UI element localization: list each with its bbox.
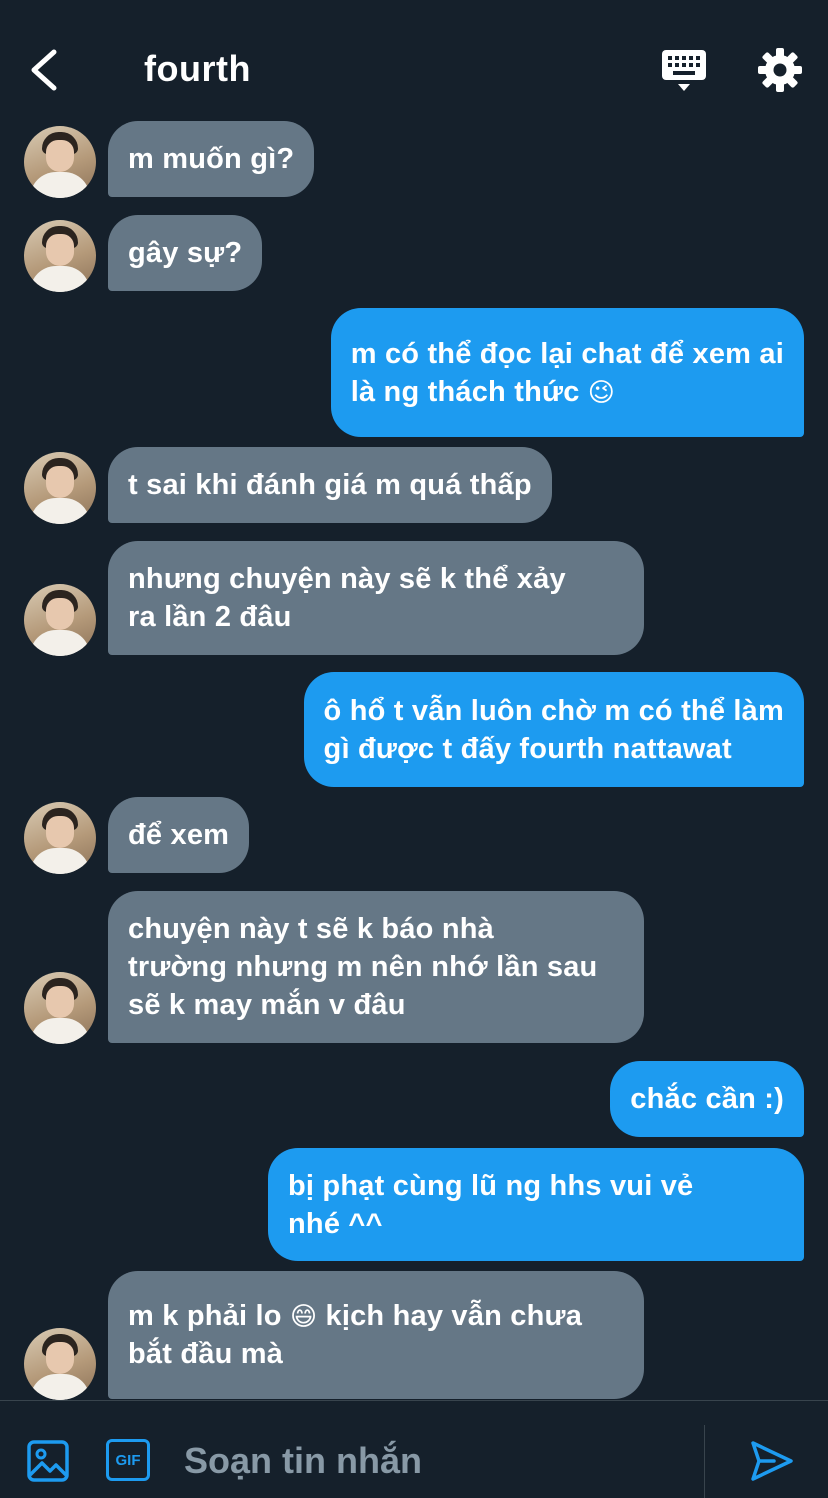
settings-button[interactable] [756,46,804,94]
send-icon [751,1441,793,1481]
message-bubble-outgoing[interactable]: m có thể đọc lại chat để xem ai là ng th… [330,308,804,437]
divider [704,1425,705,1498]
grin-emoji: 😄 [289,1301,318,1331]
conversation-title[interactable]: fourth [144,48,251,90]
message-text: chuyện này t sẽ k báo nhà trường nhưng m… [128,913,598,1021]
gif-button[interactable]: GIF [106,1439,150,1481]
message-bubble-outgoing[interactable]: ô hổ t vẫn luôn chờ m có thể làm gì được… [303,672,804,787]
message-bubble-incoming[interactable]: chuyện này t sẽ k báo nhà trường nhưng m… [108,891,644,1043]
message-text: t sai khi đánh giá m quá thấp [128,469,532,501]
message-text: m có thể đọc lại chat để xem ai là ng th… [351,335,784,411]
avatar[interactable] [24,802,96,874]
keyboard-button[interactable] [660,48,708,94]
message-text: m k phải lo 😄 kịch hay vẫn chưa bắt đầu … [128,1297,582,1373]
message-bubble-incoming[interactable]: nhưng chuyện này sẽ k thể xảy ra lần 2 đ… [108,541,644,655]
message-input[interactable] [184,1435,684,1487]
message-bubble-incoming[interactable]: t sai khi đánh giá m quá thấp [108,447,552,523]
composer-bar: GIF [0,1400,828,1498]
message-text: chắc cần :) [630,1083,784,1115]
message-text: ô hổ t vẫn luôn chờ m có thể làm gì được… [323,694,784,765]
keyboard-icon [662,50,706,91]
message-text: để xem [128,819,230,851]
message-bubble-incoming[interactable]: gây sự? [108,215,263,291]
message-text: gây sự? [128,237,243,269]
avatar[interactable] [24,972,96,1044]
message-text: nhưng chuyện này sẽ k thể xảy ra lần 2 đ… [128,563,566,633]
gear-icon [758,48,802,92]
image-icon [27,1440,69,1482]
add-image-button[interactable] [26,1439,70,1483]
gif-label: GIF [115,1451,141,1469]
send-button[interactable] [748,1437,796,1485]
message-bubble-outgoing[interactable]: bị phạt cùng lũ ng hhs vui vẻ nhé ^^ [268,1148,804,1261]
message-bubble-outgoing[interactable]: chắc cần :) [610,1061,804,1137]
message-bubble-incoming[interactable]: m muốn gì? [108,121,315,197]
avatar[interactable] [24,1328,96,1400]
message-text: m muốn gì? [128,143,295,175]
back-button[interactable] [24,46,64,94]
message-bubble-incoming[interactable]: m k phải lo 😄 kịch hay vẫn chưa bắt đầu … [108,1271,644,1399]
message-bubble-incoming[interactable]: để xem [108,797,250,873]
avatar[interactable] [24,126,96,198]
message-text-body: m k phải lo [128,1300,282,1332]
avatar[interactable] [24,584,96,656]
avatar[interactable] [24,220,96,292]
wink-emoji: 😉 [587,376,616,407]
avatar[interactable] [24,452,96,524]
chevron-left-icon [31,49,57,91]
message-text: bị phạt cùng lũ ng hhs vui vẻ nhé ^^ [288,1169,694,1240]
chat-header: fourth [0,0,828,120]
message-text-body: m có thể đọc lại chat để xem ai là ng th… [350,337,784,408]
